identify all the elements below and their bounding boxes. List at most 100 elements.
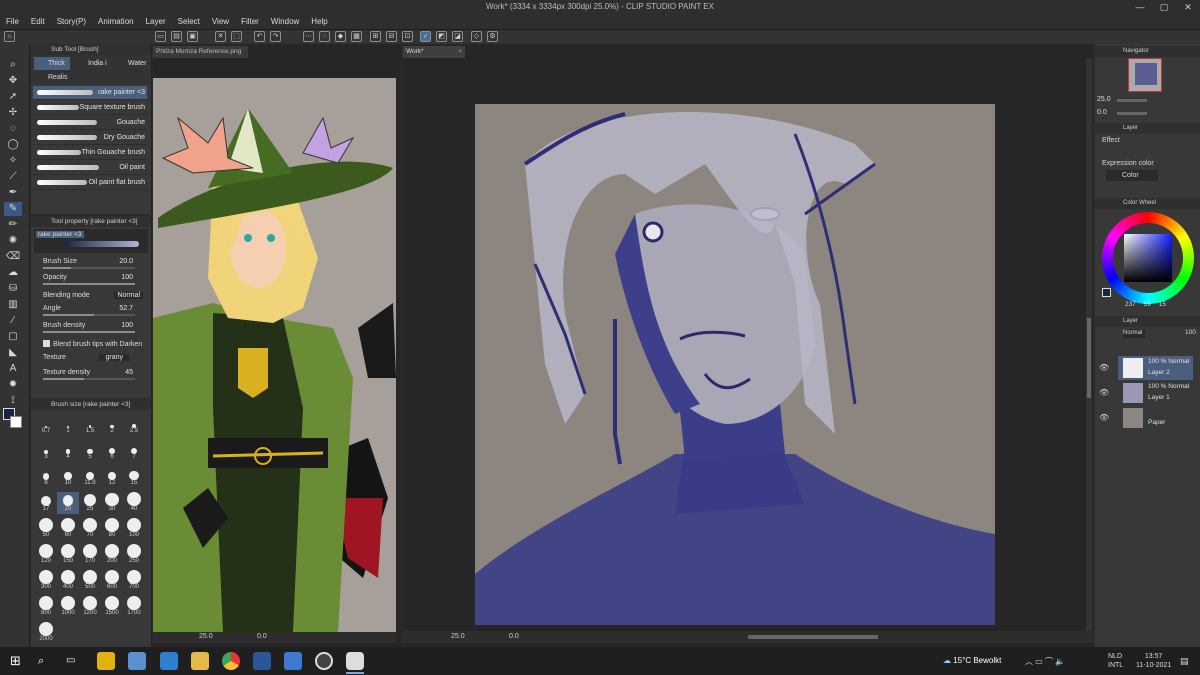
main-color-chip[interactable] xyxy=(1102,288,1111,297)
fill-tool-icon[interactable]: ⛁ xyxy=(4,282,22,296)
grid-icon[interactable]: ⊟ xyxy=(386,31,397,42)
save-icon[interactable]: ▣ xyxy=(187,31,198,42)
selection-icon[interactable]: ⋯ xyxy=(303,31,314,42)
ruler-tool-icon[interactable]: ◣ xyxy=(4,346,22,360)
snap-grid-icon[interactable]: ◪ xyxy=(452,31,463,42)
search-icon[interactable]: ⌕ xyxy=(38,652,56,670)
file-explorer-icon[interactable] xyxy=(191,652,209,670)
ref-zoom[interactable]: 25.0 xyxy=(199,631,213,643)
figure-tool-icon[interactable]: ⁄ xyxy=(4,314,22,328)
brush-size-option[interactable]: 1 xyxy=(57,414,79,436)
menu-file[interactable]: File xyxy=(0,14,25,29)
brush-size-option[interactable]: 170 xyxy=(79,544,101,566)
brush-size-option[interactable]: 1000 xyxy=(57,596,79,618)
perspective-icon[interactable]: ◇ xyxy=(471,31,482,42)
frame-tool-icon[interactable]: ▢ xyxy=(4,330,22,344)
brush-size-option[interactable]: 4 xyxy=(57,440,79,462)
horizontal-scrollbar[interactable] xyxy=(748,635,878,639)
calculator-icon[interactable] xyxy=(128,652,146,670)
canvas-angle[interactable]: 0.0 xyxy=(509,631,519,643)
layer-row[interactable]: 100 % Normal Layer 2 xyxy=(1118,356,1193,380)
navigator-angle[interactable]: 0.0 xyxy=(1097,109,1107,116)
sub-color-swatch[interactable] xyxy=(10,416,22,428)
layer-fill-icon[interactable]: ▦ xyxy=(351,31,362,42)
brush-size-option[interactable]: 2 xyxy=(101,414,123,436)
tray-icons[interactable]: ︿ ▭ ⌒ 🔈 xyxy=(1025,656,1065,667)
menu-select[interactable]: Select xyxy=(172,14,206,29)
brush-size-option[interactable]: 20 xyxy=(57,492,79,514)
menu-help[interactable]: Help xyxy=(305,14,333,29)
blend-tips-row[interactable]: Blend brush tips with Darken xyxy=(43,340,147,351)
brush-size-option[interactable]: 1500 xyxy=(101,596,123,618)
brush-item[interactable]: Gouache xyxy=(33,116,147,130)
weather-widget[interactable]: ☁ 15°C Bewolkt xyxy=(943,656,1001,665)
lasso-icon[interactable]: ◌ xyxy=(319,31,330,42)
auto-select-icon[interactable]: ✧ xyxy=(4,154,22,168)
brush-size-option[interactable]: 17 xyxy=(35,492,57,514)
restore-button[interactable]: ▢ xyxy=(1152,0,1176,14)
notification-icon[interactable]: ▤ xyxy=(1180,656,1189,667)
brush-size-option[interactable]: 700 xyxy=(123,570,145,592)
texture-row[interactable]: Texture grany xyxy=(43,354,147,365)
menu-view[interactable]: View xyxy=(206,14,235,29)
clear-icon[interactable]: ✕ xyxy=(215,31,226,42)
settings-icon[interactable]: ⚙ xyxy=(487,31,498,42)
tab-india[interactable]: India i xyxy=(74,57,110,70)
brush-size-option[interactable]: 12 xyxy=(101,466,123,488)
brush-size-option[interactable]: 120 xyxy=(35,544,57,566)
crop-icon[interactable]: ⊡ xyxy=(402,31,413,42)
navigator-zoom[interactable]: 25.0 xyxy=(1097,96,1111,103)
text-tool-icon[interactable]: A xyxy=(4,362,22,376)
balloon-tool-icon[interactable]: ✹ xyxy=(4,378,22,392)
drawing-canvas[interactable] xyxy=(475,104,995,625)
brush-size-option[interactable]: 1200 xyxy=(79,596,101,618)
brush-size-option[interactable]: 8 xyxy=(35,466,57,488)
expression-color-select[interactable]: Color xyxy=(1106,170,1158,181)
snap-ruler-icon[interactable]: ◩ xyxy=(436,31,447,42)
app-icon[interactable] xyxy=(284,652,302,670)
tab-reference[interactable]: Philza Mumza Reference.png xyxy=(153,46,248,58)
brush-size-option[interactable]: 400 xyxy=(57,570,79,592)
brush-size-option[interactable]: 80 xyxy=(101,518,123,540)
airbrush-icon[interactable]: ✺ xyxy=(4,234,22,248)
move-tool-icon[interactable]: ✥ xyxy=(4,74,22,88)
brush-size-option[interactable]: 2000 xyxy=(35,622,57,644)
tab-thick[interactable]: Thick xyxy=(34,57,70,70)
brush-item[interactable]: rake painter <3 xyxy=(33,86,147,100)
vertical-scrollbar[interactable] xyxy=(1086,58,1092,634)
fill-icon[interactable]: ◆ xyxy=(335,31,346,42)
clock[interactable]: 13:57 11-10-2021 xyxy=(1136,652,1171,670)
layer-row[interactable]: 100 % Normal Layer 1 xyxy=(1118,381,1193,405)
brush-size-option[interactable]: 1.5 xyxy=(79,414,101,436)
ruler-icon[interactable]: ⊞ xyxy=(370,31,381,42)
brush-size-option[interactable]: 150 xyxy=(57,544,79,566)
task-view-icon[interactable]: ▭ xyxy=(66,652,84,670)
eraser-icon[interactable]: ⌫ xyxy=(4,250,22,264)
ref-angle[interactable]: 0.0 xyxy=(257,631,267,643)
layer-row[interactable]: Paper xyxy=(1118,406,1193,430)
brush-size-option[interactable]: 10 xyxy=(57,466,79,488)
chrome-icon[interactable] xyxy=(222,652,240,670)
hue-ring[interactable] xyxy=(1102,212,1194,304)
brush-size-option[interactable]: 300 xyxy=(35,570,57,592)
mail-icon[interactable] xyxy=(160,652,178,670)
store-icon[interactable] xyxy=(97,652,115,670)
windows-start-icon[interactable]: ⊞ xyxy=(10,652,28,670)
blend-tips-checkbox[interactable] xyxy=(43,340,50,347)
brush-size-option[interactable]: 15 xyxy=(123,466,145,488)
eye-icon[interactable]: 👁 xyxy=(1099,413,1109,422)
home-icon[interactable]: ⌂ xyxy=(4,31,15,42)
brush-size-option[interactable]: 70 xyxy=(79,518,101,540)
blending-mode-row[interactable]: Blending mode Normal xyxy=(43,292,147,303)
brush-item[interactable]: Oil paint xyxy=(33,161,147,175)
opacity-row[interactable]: Opacity 100 xyxy=(43,274,147,285)
eye-icon[interactable]: 👁 xyxy=(1099,363,1109,372)
brush-item[interactable]: Thin Gouache brush xyxy=(33,146,147,160)
close-button[interactable]: ✕ xyxy=(1176,0,1200,14)
tab-water[interactable]: Water xyxy=(114,57,150,70)
brush-size-option[interactable]: 40 xyxy=(123,492,145,514)
selection-tool-icon[interactable]: ◌ xyxy=(4,122,22,136)
zoom-tool-icon[interactable]: ⌕ xyxy=(4,58,22,72)
angle-row[interactable]: Angle 52.7 xyxy=(43,305,147,316)
brush-item[interactable]: Dry Gouache xyxy=(33,131,147,145)
